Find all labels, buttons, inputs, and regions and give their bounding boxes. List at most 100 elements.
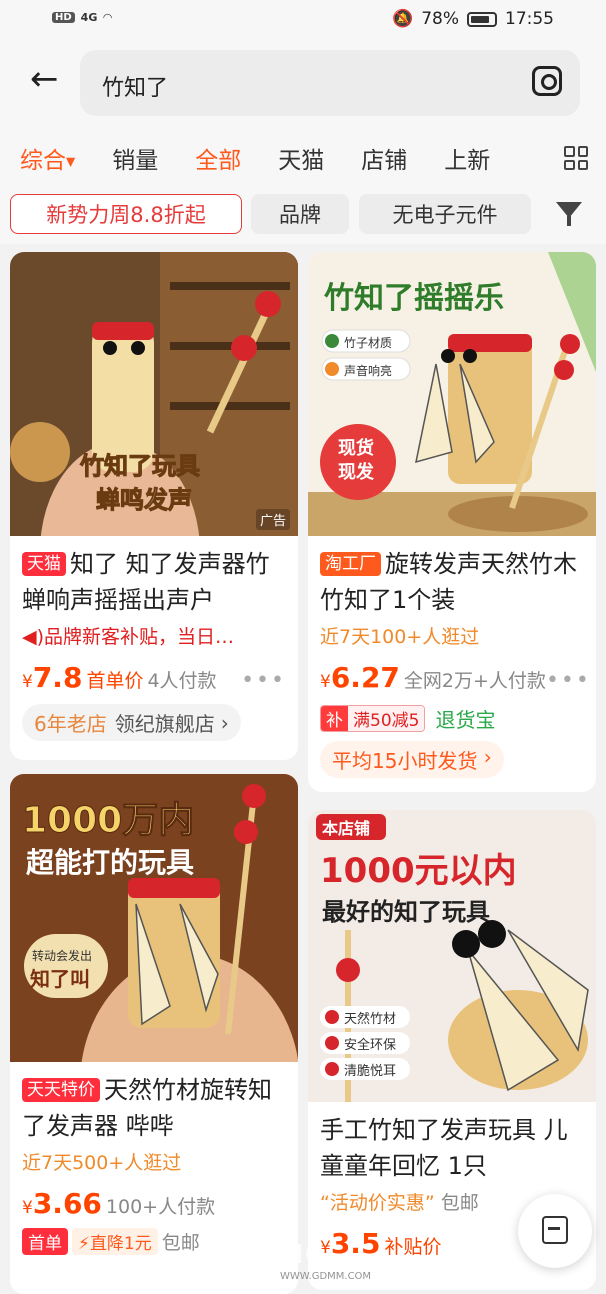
- product-image[interactable]: 竹知了玩具 蝉鸣发声 广告: [10, 252, 298, 536]
- product-image[interactable]: 本店铺 1000元以内 最好的知了玩具 天然竹材 安全环保 清脆悦耳: [308, 810, 596, 1102]
- subsidy-line: ◀)品牌新客补贴，当日…: [10, 622, 298, 649]
- filter-promo-chip[interactable]: 新势力周8.8折起: [10, 194, 242, 234]
- product-title[interactable]: 手工竹知了发声玩具 儿童童年回忆 1只: [308, 1112, 596, 1184]
- sold-count: 4人付款: [147, 670, 217, 692]
- price-value: 6.27: [330, 661, 400, 694]
- watermark: 东方IC WWW.GDMM.COM: [240, 1234, 371, 1282]
- signal-label: 4G: [80, 11, 98, 24]
- price-drop-tag: ⚡直降1元: [72, 1228, 158, 1255]
- image-feature-1: 天然竹材: [344, 1011, 396, 1027]
- battery-icon: [467, 11, 497, 27]
- search-header: ← 竹知了: [0, 40, 606, 130]
- image-feature-1: 竹子材质: [344, 336, 392, 350]
- tab-label: 综合: [20, 148, 66, 174]
- shop-years: 6年老店: [34, 712, 107, 736]
- shop-name: 领纪旗舰店: [114, 712, 215, 736]
- watermark-url: WWW.GDMM.COM: [280, 1271, 372, 1282]
- image-caption-line2: 蝉鸣发声: [96, 486, 192, 514]
- promo-badges: 补满50减5 退货宝: [308, 704, 596, 733]
- filter-no-electronics-chip[interactable]: 无电子元件: [359, 194, 531, 234]
- subsidy-mark: 补: [321, 706, 348, 731]
- wifi-icon: ◠: [103, 11, 112, 24]
- price-tag: 首单价: [86, 670, 144, 692]
- price-line: ¥3.66 100+人付款: [10, 1187, 298, 1220]
- mute-icon: 🔕: [392, 9, 414, 29]
- tab-comprehensive[interactable]: 综合▼: [20, 141, 75, 175]
- currency-symbol: ¥: [22, 672, 33, 692]
- price-drop-text: 直降1元: [89, 1234, 152, 1254]
- image-caption-1: 转动会发出: [32, 948, 92, 963]
- taogongchang-tag: 淘工厂: [320, 552, 381, 576]
- tab-new[interactable]: 上新: [444, 141, 490, 175]
- return-insurance: 退货宝: [435, 708, 496, 732]
- image-stock-2: 现发: [338, 461, 375, 483]
- first-order-tag: 首单: [22, 1228, 68, 1255]
- filter-bar: 新势力周8.8折起 品牌 无电子元件: [0, 186, 606, 244]
- tab-tmall[interactable]: 天猫: [278, 141, 324, 175]
- camera-icon[interactable]: [532, 66, 562, 96]
- image-headline-1: 1000万内: [22, 800, 194, 841]
- image-headline-2: 超能打的玩具: [26, 846, 194, 879]
- tab-all[interactable]: 全部: [195, 141, 241, 175]
- currency-symbol: ¥: [22, 1198, 33, 1218]
- product-card[interactable]: 竹知了摇摇乐 竹子材质 声音响亮 现货 现发 淘工厂 旋转发声天然竹木竹知了1个装…: [308, 252, 596, 792]
- filter-funnel-icon[interactable]: [556, 202, 582, 226]
- coupon-text: 满50减5: [348, 706, 425, 731]
- currency-symbol: ¥: [320, 672, 331, 692]
- views-line: 近7天100+人逛过: [320, 626, 480, 648]
- image-feature-2: 声音响亮: [344, 363, 392, 378]
- coupon-badge: 补满50减5: [320, 705, 426, 732]
- image-headline-1: 1000元以内: [320, 851, 517, 891]
- network-indicators: HD 4G ◠: [52, 11, 112, 24]
- edit-note-icon: [542, 1216, 568, 1244]
- image-headline-2: 最好的知了玩具: [322, 898, 490, 926]
- price-line: ¥7.8 首单价 4人付款 •••: [10, 661, 298, 694]
- product-image[interactable]: 竹知了摇摇乐 竹子材质 声音响亮 现货 现发: [308, 252, 596, 536]
- image-caption-2: 知了叫: [30, 967, 90, 991]
- speaker-icon: ◀): [22, 626, 45, 648]
- free-shipping: 包邮: [161, 1232, 200, 1254]
- hd-badge: HD: [52, 12, 75, 23]
- back-arrow-icon[interactable]: ←: [30, 62, 59, 96]
- watermark-text: 东方IC: [240, 1240, 325, 1270]
- battery-percent: 78%: [421, 9, 459, 29]
- more-options-icon[interactable]: •••: [546, 668, 591, 693]
- search-query[interactable]: 竹知了: [102, 70, 168, 102]
- image-store-tag: 本店铺: [322, 819, 370, 838]
- shipping-link[interactable]: 平均15小时发货 ›: [320, 741, 504, 778]
- shop-link[interactable]: 6年老店 领纪旗舰店 ›: [22, 704, 241, 741]
- feedback-button[interactable]: [518, 1194, 592, 1268]
- product-image[interactable]: 1000万内 超能打的玩具 转动会发出 知了叫: [10, 774, 298, 1062]
- tab-sales[interactable]: 销量: [112, 141, 158, 175]
- image-feature-3: 清脆悦耳: [344, 1063, 396, 1079]
- product-title[interactable]: 淘工厂 旋转发声天然竹木竹知了1个装: [308, 546, 596, 618]
- price: ¥6.27: [320, 661, 400, 694]
- sold-count: 100+人付款: [105, 1196, 216, 1218]
- price-value: 7.8: [32, 661, 83, 694]
- tmall-tag: 天猫: [22, 552, 66, 576]
- views-line: 近7天500+人逛过: [22, 1152, 182, 1174]
- more-options-icon[interactable]: •••: [241, 668, 286, 693]
- filter-brand-chip[interactable]: 品牌: [251, 194, 349, 234]
- subsidy-text: 品牌新客补贴，当日…: [44, 626, 235, 648]
- product-title[interactable]: 天猫 知了 知了发声器竹蝉响声摇摇出声户: [10, 546, 298, 618]
- product-title-text: 手工竹知了发声玩具 儿童童年回忆 1只: [320, 1116, 568, 1180]
- search-box[interactable]: 竹知了: [80, 50, 580, 116]
- image-feature-2: 安全环保: [344, 1037, 396, 1053]
- caret-down-icon: ▼: [66, 154, 76, 169]
- sort-tabs: 综合▼ 销量 全部 天猫 店铺 上新: [0, 130, 606, 186]
- shipping-text: 平均15小时发货: [332, 749, 478, 773]
- layout-grid-icon[interactable]: [564, 146, 588, 170]
- price: ¥3.66: [22, 1187, 102, 1220]
- ad-badge: 广告: [255, 509, 290, 530]
- clock: 17:55: [505, 9, 554, 29]
- system-indicators: 🔕 78% 17:55: [392, 9, 554, 29]
- product-card[interactable]: 1000万内 超能打的玩具 转动会发出 知了叫 天天特价 天然竹材旋转知了发声器 …: [10, 774, 298, 1294]
- product-card[interactable]: 竹知了玩具 蝉鸣发声 广告 天猫 知了 知了发声器竹蝉响声摇摇出声户 ◀)品牌新客…: [10, 252, 298, 760]
- product-title[interactable]: 天天特价 天然竹材旋转知了发声器 哔哔: [10, 1072, 298, 1144]
- tab-stores[interactable]: 店铺: [361, 141, 407, 175]
- image-caption-line1: 竹知了玩具: [79, 452, 200, 480]
- image-headline: 竹知了摇摇乐: [324, 281, 504, 316]
- status-bar: HD 4G ◠ 🔕 78% 17:55: [0, 0, 606, 40]
- image-stock-1: 现货: [338, 437, 374, 459]
